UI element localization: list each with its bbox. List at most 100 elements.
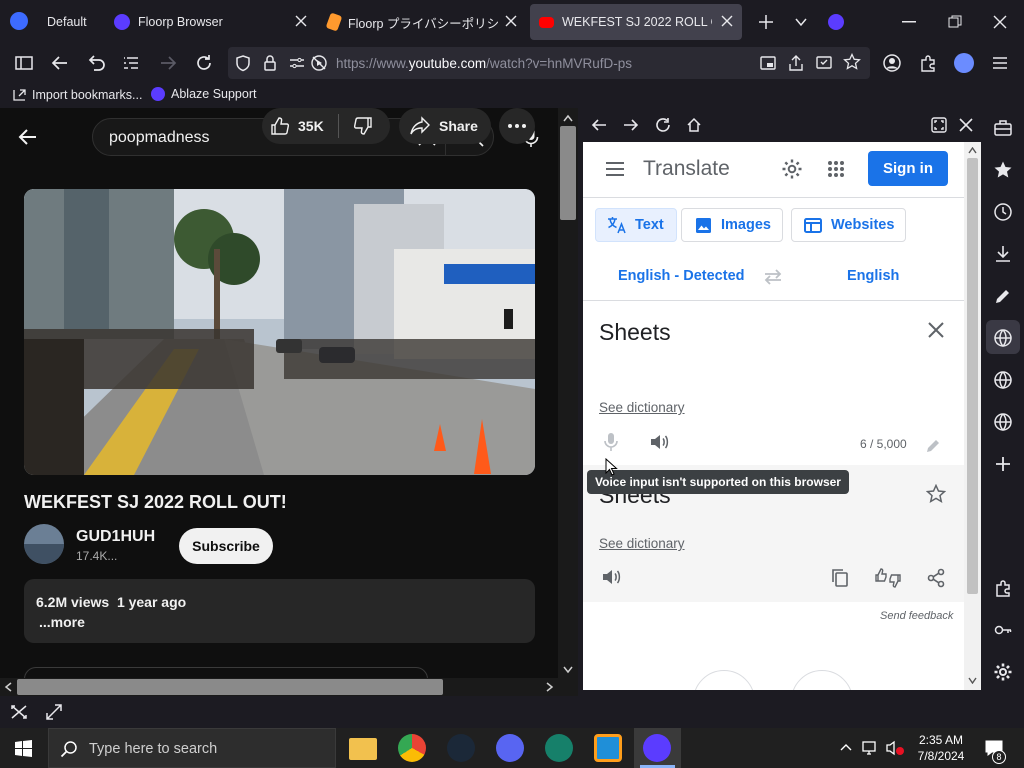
history-button[interactable] [693, 670, 755, 690]
more-actions-button[interactable] [499, 108, 535, 144]
web-panel-globe-icon-3[interactable] [993, 412, 1013, 432]
back-icon[interactable] [49, 52, 71, 74]
source-text-area[interactable]: Sheets [599, 319, 671, 346]
window-close-icon[interactable] [993, 15, 1007, 29]
share-button[interactable]: Share [399, 108, 491, 144]
profile-avatar[interactable] [954, 53, 974, 73]
shield-icon[interactable] [234, 54, 252, 72]
toolbox-icon[interactable] [993, 118, 1013, 138]
add-panel-icon[interactable] [993, 454, 1013, 474]
channel-name[interactable]: GUD1HUH [76, 528, 155, 546]
panel-forward-icon[interactable] [623, 117, 639, 133]
system-clock[interactable]: 2:35 AM 7/8/2024 [910, 732, 972, 764]
url-text[interactable]: https://www.youtube.com/watch?v=hnMVRufD… [336, 56, 632, 71]
panel-close-icon[interactable] [959, 118, 973, 132]
network-icon[interactable] [862, 740, 880, 756]
workspace-icon[interactable] [10, 12, 28, 30]
chevron-up-icon[interactable] [840, 743, 852, 751]
tab-floorp-browser[interactable]: Floorp Browser [104, 4, 316, 40]
saved-button[interactable] [791, 670, 853, 690]
description-box[interactable]: 6.2M views 1 year ago ...more [24, 579, 535, 643]
horizontal-scroll-thumb[interactable] [17, 679, 443, 695]
channel-avatar[interactable] [24, 524, 64, 564]
web-panel-globe-icon[interactable] [993, 328, 1013, 348]
picture-in-picture-icon[interactable] [759, 54, 777, 72]
scroll-down-icon[interactable] [968, 677, 977, 684]
tab-youtube-active[interactable]: WEKFEST SJ 2022 ROLL OUT! [530, 4, 742, 40]
vertical-scrollbar[interactable] [558, 108, 578, 696]
notes-pen-icon[interactable] [993, 286, 1013, 306]
fullscreen-expand-icon[interactable] [46, 704, 62, 720]
scroll-right-icon[interactable] [546, 682, 554, 692]
file-explorer-icon[interactable] [349, 738, 377, 760]
windows-start-icon[interactable] [15, 740, 32, 757]
apps-grid-icon[interactable] [827, 160, 845, 178]
sign-in-button[interactable]: Sign in [868, 151, 948, 186]
bookmarks-star-icon[interactable] [993, 160, 1013, 180]
sidebar-toggle-icon[interactable] [13, 52, 35, 74]
microphone-icon[interactable] [604, 432, 618, 452]
like-count[interactable]: 35K [298, 118, 324, 134]
forward-icon[interactable] [157, 52, 179, 74]
listen-translation-icon[interactable] [601, 568, 621, 586]
account-icon[interactable] [881, 52, 903, 74]
address-bar[interactable]: https://www.youtube.com/watch?v=hnMVRufD… [228, 47, 870, 79]
scroll-up-icon[interactable] [968, 147, 977, 154]
permissions-icon[interactable] [288, 54, 306, 72]
swap-languages-icon[interactable] [763, 269, 783, 285]
floorp-taskbar-icon[interactable] [643, 734, 671, 762]
clear-source-icon[interactable] [928, 322, 944, 338]
tab-default[interactable]: Default [34, 4, 100, 40]
hamburger-menu-icon[interactable] [989, 52, 1011, 74]
dislike-icon[interactable] [353, 116, 373, 136]
scroll-left-icon[interactable] [4, 682, 12, 692]
settings-gear-icon[interactable] [781, 158, 803, 180]
app-blue-icon[interactable] [594, 734, 622, 762]
target-language[interactable]: English [847, 268, 899, 284]
lock-icon[interactable] [262, 54, 278, 72]
mode-websites-tab[interactable]: Websites [791, 208, 906, 242]
mode-images-tab[interactable]: Images [681, 208, 783, 242]
subscribe-button[interactable]: Subscribe [179, 528, 273, 564]
see-dictionary-link[interactable]: See dictionary [599, 400, 685, 415]
listen-source-icon[interactable] [649, 433, 669, 451]
chevron-down-icon[interactable] [794, 15, 808, 29]
new-tab-icon[interactable] [758, 14, 774, 30]
screenshot-icon[interactable] [815, 54, 833, 72]
close-icon[interactable] [720, 14, 734, 28]
restore-icon[interactable] [948, 15, 962, 29]
rate-translation-icon[interactable] [875, 567, 901, 589]
addons-puzzle-icon[interactable] [993, 578, 1013, 598]
bookmark-star-icon[interactable] [843, 53, 861, 71]
tab-floorp-privacy[interactable]: Floorp プライバシーポリシー [320, 4, 526, 40]
steam-icon[interactable] [447, 734, 475, 762]
minimize-icon[interactable] [902, 21, 916, 23]
horizontal-scrollbar[interactable] [0, 678, 558, 696]
source-language[interactable]: English - Detected [618, 268, 745, 284]
back-arrow-icon[interactable] [18, 128, 38, 146]
panel-scroll-thumb[interactable] [967, 158, 978, 594]
show-more-link[interactable]: ...more [39, 614, 85, 630]
web-panel-globe-icon-2[interactable] [993, 370, 1013, 390]
copy-icon[interactable] [831, 568, 849, 588]
tab-list-icon[interactable] [121, 52, 143, 74]
panel-back-icon[interactable] [591, 117, 607, 133]
screenshot-tool-icon[interactable] [10, 704, 28, 720]
share-translation-icon[interactable] [926, 568, 946, 588]
mode-text-tab[interactable]: Text [595, 208, 677, 242]
undo-close-tab-icon[interactable] [85, 52, 107, 74]
history-clock-icon[interactable] [993, 202, 1013, 222]
see-dictionary-link-result[interactable]: See dictionary [599, 536, 685, 551]
extensions-icon[interactable] [917, 52, 939, 74]
discord-icon[interactable] [496, 734, 524, 762]
like-icon[interactable] [270, 116, 290, 136]
chrome-icon[interactable] [398, 734, 426, 762]
downloads-icon[interactable] [993, 244, 1013, 264]
share-upload-icon[interactable] [787, 54, 805, 72]
bookmark-ablaze-support[interactable]: Ablaze Support [151, 87, 256, 101]
close-icon[interactable] [504, 14, 518, 28]
taskbar-search-input[interactable]: Type here to search [48, 728, 336, 768]
passwords-key-icon[interactable] [993, 620, 1013, 640]
panel-home-icon[interactable] [686, 117, 702, 133]
floorp-menu-icon[interactable] [828, 14, 844, 30]
